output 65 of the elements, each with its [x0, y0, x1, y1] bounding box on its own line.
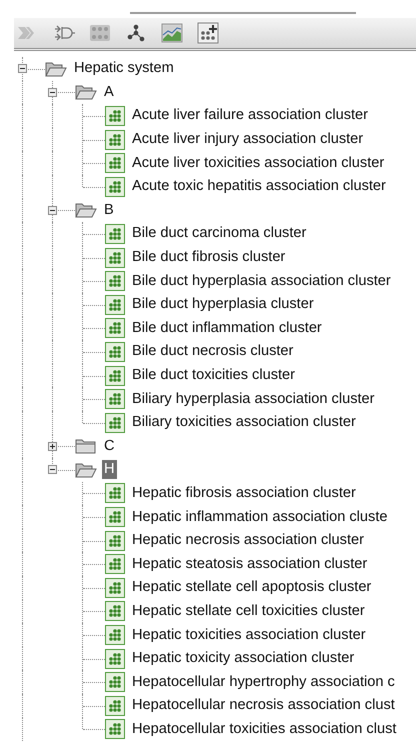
cluster-label[interactable]: Acute liver injury association cluster	[130, 130, 366, 150]
cluster-icon	[105, 342, 125, 362]
cluster-icon	[105, 130, 125, 150]
cluster-label[interactable]: Hepatic stellate cell toxicities cluster	[130, 602, 367, 621]
cluster-label[interactable]: Hepatic inflammation association cluste	[130, 508, 390, 527]
cluster-label[interactable]: Hepatocellular necrosis association clust	[130, 696, 397, 716]
cluster-icon	[105, 578, 125, 598]
chart-icon[interactable]	[160, 21, 184, 45]
open-folder-icon	[75, 462, 97, 478]
cluster-label[interactable]: Hepatic necrosis association cluster	[130, 531, 366, 550]
cluster-icon	[105, 366, 125, 386]
cluster-icon	[105, 412, 125, 433]
cluster-label[interactable]: Acute liver toxicities association cluster	[130, 154, 386, 173]
cluster-label[interactable]: Hepatocellular hypertrophy association c	[130, 672, 397, 692]
cluster-label[interactable]: Acute toxic hepatitis association cluster	[130, 177, 388, 196]
cluster-icon	[105, 648, 125, 669]
cluster-icon	[105, 224, 125, 244]
cluster-icon	[105, 389, 125, 410]
cluster-label[interactable]: Hepatic toxicities association cluster	[130, 626, 368, 645]
cluster-icon	[105, 672, 125, 692]
folder-label[interactable]: A	[102, 82, 116, 102]
collapse-icon[interactable]	[18, 64, 27, 74]
open-folder-icon	[45, 60, 67, 77]
cluster-label[interactable]: Bile duct fibrosis cluster	[130, 248, 288, 268]
cluster-label[interactable]: Hepatic steatosis association cluster	[130, 554, 370, 574]
folder-label[interactable]: Hepatic system	[72, 59, 176, 78]
cluster-label[interactable]: Hepatic fibrosis association cluster	[130, 484, 358, 503]
cluster-icon	[105, 530, 125, 551]
cluster-icon	[105, 483, 125, 504]
cluster-label[interactable]: Bile duct inflammation cluster	[130, 318, 324, 338]
folder-icon	[75, 438, 97, 454]
cluster-icon	[105, 176, 125, 197]
expand-icon[interactable]	[48, 442, 57, 451]
cluster-icon	[105, 294, 125, 315]
cluster-label[interactable]: Biliary toxicities association cluster	[130, 413, 358, 432]
cluster-label[interactable]: Bile duct carcinoma cluster	[130, 224, 308, 244]
folder-label[interactable]: H	[102, 460, 117, 480]
cluster-icon	[105, 507, 125, 528]
cluster-icon	[105, 554, 125, 574]
cluster-icon	[105, 625, 125, 646]
collapse-icon[interactable]	[48, 465, 57, 474]
cluster-label[interactable]: Hepatic stellate cell apoptosis cluster	[130, 578, 374, 598]
cluster-icon	[105, 601, 125, 622]
cluster-icon	[105, 248, 125, 268]
cluster-icon	[105, 696, 125, 716]
cluster-label[interactable]: Acute liver failure association cluster	[130, 106, 370, 126]
cluster-icon	[105, 318, 125, 338]
cluster-label[interactable]: Bile duct necrosis cluster	[130, 342, 296, 362]
cluster-label[interactable]: Hepatic toxicity association cluster	[130, 649, 356, 668]
cluster-icon	[105, 271, 125, 292]
open-folder-icon	[75, 84, 97, 100]
cluster-label[interactable]: Bile duct toxicities cluster	[130, 366, 298, 386]
cluster-icon	[105, 106, 125, 126]
cluster-label[interactable]: Hepatocellular toxicities association clust	[130, 720, 398, 739]
cluster-label[interactable]: Biliary hyperplasia association cluster	[130, 390, 377, 409]
collapse-icon[interactable]	[48, 206, 57, 215]
open-folder-icon	[75, 202, 97, 218]
folder-label[interactable]: C	[102, 436, 117, 456]
cluster-label[interactable]: Bile duct hyperplasia cluster	[130, 295, 316, 314]
cluster-label[interactable]: Bile duct hyperplasia association cluster	[130, 272, 393, 291]
folder-label[interactable]: B	[102, 200, 116, 220]
collapse-icon[interactable]	[48, 88, 57, 97]
cluster-icon	[105, 153, 125, 174]
cluster-icon	[105, 719, 125, 740]
add-cluster-icon[interactable]	[196, 21, 220, 45]
